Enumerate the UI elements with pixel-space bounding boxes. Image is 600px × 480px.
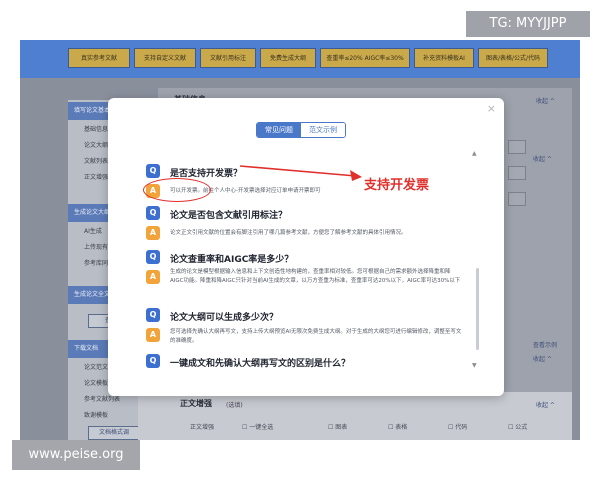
feature-bar: 真实参考文献 支持自定义文献 文献引用标注 免费生成大纲 查重率≤20% AIG…: [20, 40, 580, 78]
feature-chip[interactable]: 支持自定义文献: [134, 48, 196, 68]
watermark-top-right: TG: MYYJJPP: [466, 11, 590, 37]
feature-chip[interactable]: 图表/表格/公式/代码: [478, 48, 548, 68]
scroll-down-icon[interactable]: ▼: [472, 362, 477, 369]
watermark-bottom-left: www.peise.org: [12, 440, 140, 470]
annotation-label: 支持开发票: [364, 178, 430, 193]
option-label: 表格: [395, 424, 408, 431]
scrollbar-thumb[interactable]: [476, 268, 479, 350]
option-table[interactable]: ☐ 表格: [388, 422, 407, 431]
sidebar-item[interactable]: 致谢模板: [84, 410, 108, 419]
sidebar-item[interactable]: 正文增强: [84, 172, 108, 181]
option-label: 代码: [455, 424, 468, 431]
collapse-link[interactable]: 收起 ^: [536, 96, 555, 105]
feature-chip[interactable]: 补充资料模板AI: [414, 48, 474, 68]
faq-question: 论文大纲可以生成多少次？: [170, 313, 279, 323]
option-label: 图表: [335, 424, 348, 431]
faq-question: 是否支持开发票？: [170, 169, 243, 179]
example-link[interactable]: 查看示例: [533, 340, 557, 349]
option-label: 一键全选: [249, 424, 274, 431]
question-badge-icon: Q: [146, 164, 160, 178]
answer-badge-icon: A: [146, 270, 160, 284]
collapse-link[interactable]: 收起 ^: [533, 154, 552, 163]
screenshot-stage: 真实参考文献 支持自定义文献 文献引用标注 免费生成大纲 查重率≤20% AIG…: [0, 0, 600, 480]
question-badge-icon: Q: [146, 250, 160, 264]
question-badge-icon: Q: [146, 308, 160, 322]
sidebar-item[interactable]: 参考库同: [84, 258, 108, 267]
annotation-circle: [143, 178, 211, 202]
question-badge-icon: Q: [146, 206, 160, 220]
faq-question: 论文是否包含文献引用标注？: [170, 211, 288, 221]
input-stub: [508, 192, 526, 206]
annotation-arrow-icon: [239, 165, 362, 181]
sidebar-item[interactable]: 论文范文: [84, 362, 108, 371]
question-badge-icon: Q: [146, 354, 160, 368]
faq-modal: × 常见问题 范文示例 Q 是否支持开发票？ A 可以开发票。前往个人中心-开发…: [108, 98, 504, 396]
collapse-link[interactable]: 收起 ^: [533, 354, 552, 363]
sidebar-item[interactable]: 上传现有: [84, 242, 108, 251]
feature-chip[interactable]: 真实参考文献: [68, 48, 130, 68]
options-label: 正文增强: [190, 424, 215, 431]
sidebar-item[interactable]: 论文模板: [84, 378, 108, 387]
sidebar-format-button[interactable]: 文档格式调: [88, 426, 140, 440]
collapse-link[interactable]: 收起 ^: [536, 400, 555, 409]
option-chart[interactable]: ☐ 图表: [328, 422, 347, 431]
answer-badge-icon: A: [146, 226, 160, 240]
sidebar-item[interactable]: AI生成: [84, 226, 102, 235]
faq-answer: 论文正文引用文献的位置会有脚注引用了哪几篇参考文献，方便您了解参考文献的具体引用…: [170, 230, 407, 236]
body-enhance-optional: (选填): [226, 402, 243, 409]
body-enhance-section: 正文增强 (选填) 收起 ^ 正文增强 ☐ 一键全选 ☐ 图表 ☐ 表格 ☐ 代…: [138, 392, 572, 440]
feature-chip[interactable]: 免费生成大纲: [260, 48, 316, 68]
tab-examples[interactable]: 范文示例: [301, 123, 345, 137]
faq-question: 论文查重率和AIGC率是多少？: [170, 255, 294, 265]
body-enhance-title: 正文增强: [180, 399, 212, 408]
sidebar-item[interactable]: 基础信息: [84, 124, 108, 133]
scroll-up-icon[interactable]: ▲: [472, 150, 477, 157]
tab-faq[interactable]: 常见问题: [257, 123, 301, 137]
close-icon[interactable]: ×: [487, 102, 496, 115]
modal-tabs: 常见问题 范文示例: [256, 122, 346, 138]
faq-question: 一键成文和先确认大纲再写文的区别是什么？: [170, 359, 351, 369]
option-select-all[interactable]: ☐ 一键全选: [242, 422, 273, 431]
input-stub: [508, 166, 526, 180]
answer-badge-icon: A: [146, 328, 160, 342]
faq-answer: 生成的论文是模型根据输入信息和上下文创造性地构建的，查重率相对较低。您可根据自己…: [170, 269, 461, 284]
sidebar-item[interactable]: 文献列表: [84, 156, 108, 165]
feature-chip[interactable]: 文献引用标注: [200, 48, 256, 68]
input-stub: [508, 140, 526, 154]
sidebar-item[interactable]: 论文大纲: [84, 140, 108, 149]
faq-answer: 您可选择先确认大纲再写文，支持上传大纲预览AI无限次免费生成大纲。对于生成的大纲…: [170, 329, 462, 344]
feature-chip[interactable]: 查重率≤20% AIGC率≤30%: [320, 48, 410, 68]
option-label: 公式: [515, 424, 528, 431]
option-code[interactable]: ☐ 代码: [448, 422, 467, 431]
option-formula[interactable]: ☐ 公式: [508, 422, 527, 431]
